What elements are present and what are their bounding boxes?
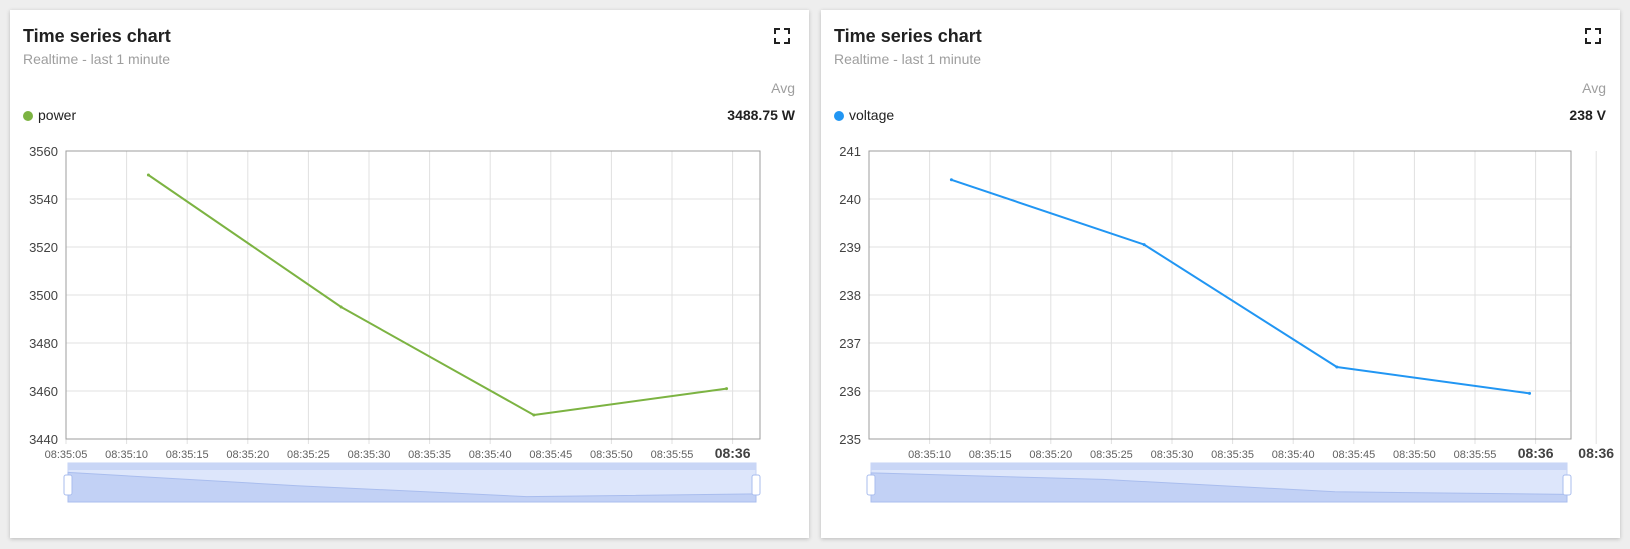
- x-tick-label: 08:35:55: [651, 449, 694, 461]
- y-tick-label: 3500: [29, 288, 58, 303]
- data-zoom-handle-right[interactable]: [1562, 474, 1572, 496]
- x-tick-label: 08:35:15: [166, 449, 209, 461]
- data-point: [1335, 365, 1339, 369]
- x-tick-label: 08:35:55: [1454, 449, 1497, 461]
- y-tick-label: 240: [839, 192, 861, 207]
- x-tick-label: 08:36: [1518, 445, 1554, 461]
- x-tick-label: 08:36: [715, 445, 751, 461]
- series-line-voltage: [951, 178, 1530, 395]
- data-zoom-slider-bar: [68, 463, 756, 470]
- data-zoom-handle-left[interactable]: [866, 474, 876, 496]
- legend-item-voltage[interactable]: voltage 238 V: [834, 106, 1606, 126]
- x-tick-label: 08:35:45: [529, 449, 572, 461]
- y-tick-label: 237: [839, 336, 861, 351]
- line-chart-power[interactable]: 3560 3540 3520 3500 3480 3460 3440 08:35:05 08:3…: [10, 130, 809, 530]
- data-zoom-handle-left[interactable]: [63, 474, 73, 496]
- x-tick-label: 08:35:10: [908, 449, 951, 461]
- legend-avg-value: 238 V: [1569, 107, 1606, 123]
- widget-title: Time series chart: [23, 26, 171, 46]
- fullscreen-icon[interactable]: [772, 26, 792, 46]
- y-tick-label: 3480: [29, 336, 58, 351]
- legend-color-dot: [834, 111, 844, 121]
- avg-column-header: Avg: [771, 80, 795, 96]
- x-tick-label: 08:35:30: [348, 449, 391, 461]
- x-tick-label: 08:35:15: [969, 449, 1012, 461]
- legend-avg-value: 3488.75 W: [727, 107, 795, 123]
- data-point: [1528, 391, 1532, 395]
- y-tick-label: 3560: [29, 144, 58, 159]
- widget-title: Time series chart: [834, 26, 982, 46]
- x-tick-label: 08:35:20: [1029, 449, 1072, 461]
- data-point: [725, 387, 729, 391]
- widget-subtitle: Realtime - last 1 minute: [23, 51, 171, 67]
- y-tick-label: 239: [839, 240, 861, 255]
- x-tick-label: 08:35:05: [45, 449, 88, 461]
- x-tick-label: 08:35:40: [469, 449, 512, 461]
- avg-column-header: Avg: [1582, 80, 1606, 96]
- x-tick-label: 08:35:20: [226, 449, 269, 461]
- y-tick-label: 235: [839, 432, 861, 447]
- x-tick-label: 08:35:45: [1332, 449, 1375, 461]
- x-tick-label: 08:36: [1578, 445, 1614, 461]
- x-tick-label: 08:35:10: [105, 449, 148, 461]
- time-series-widget-voltage: Time series chart Realtime - last 1 minu…: [821, 10, 1620, 538]
- data-point: [1142, 243, 1146, 247]
- data-point: [532, 413, 536, 417]
- x-tick-label: 08:35:50: [590, 449, 633, 461]
- y-tick-label: 238: [839, 288, 861, 303]
- legend-color-dot: [23, 111, 33, 121]
- fullscreen-icon[interactable]: [1583, 26, 1603, 46]
- line-chart-voltage[interactable]: 241 240 239 238 237 236 235 08:35:10 08:35:15 08:…: [821, 130, 1620, 530]
- x-tick-label: 08:35:40: [1272, 449, 1315, 461]
- data-point: [949, 178, 953, 182]
- y-tick-label: 3520: [29, 240, 58, 255]
- x-tick-label: 08:35:25: [1090, 449, 1133, 461]
- time-series-widget-power: Time series chart Realtime - last 1 minu…: [10, 10, 809, 538]
- legend-label: power: [38, 107, 77, 123]
- x-tick-label: 08:35:25: [287, 449, 330, 461]
- legend-item-power[interactable]: power 3488.75 W: [23, 106, 795, 126]
- y-tick-label: 236: [839, 384, 861, 399]
- y-tick-label: 3540: [29, 192, 58, 207]
- widget-subtitle: Realtime - last 1 minute: [834, 51, 982, 67]
- data-zoom-handle-right[interactable]: [751, 474, 761, 496]
- x-tick-label: 08:35:35: [408, 449, 451, 461]
- y-tick-label: 241: [839, 144, 861, 159]
- data-zoom-slider-bar: [871, 463, 1567, 470]
- y-tick-label: 3440: [29, 432, 58, 447]
- data-point: [339, 305, 343, 309]
- x-tick-label: 08:35:35: [1211, 449, 1254, 461]
- legend-label: voltage: [849, 107, 895, 123]
- x-tick-label: 08:35:50: [1393, 449, 1436, 461]
- y-tick-label: 3460: [29, 384, 58, 399]
- x-tick-label: 08:35:30: [1151, 449, 1194, 461]
- data-point: [146, 173, 150, 177]
